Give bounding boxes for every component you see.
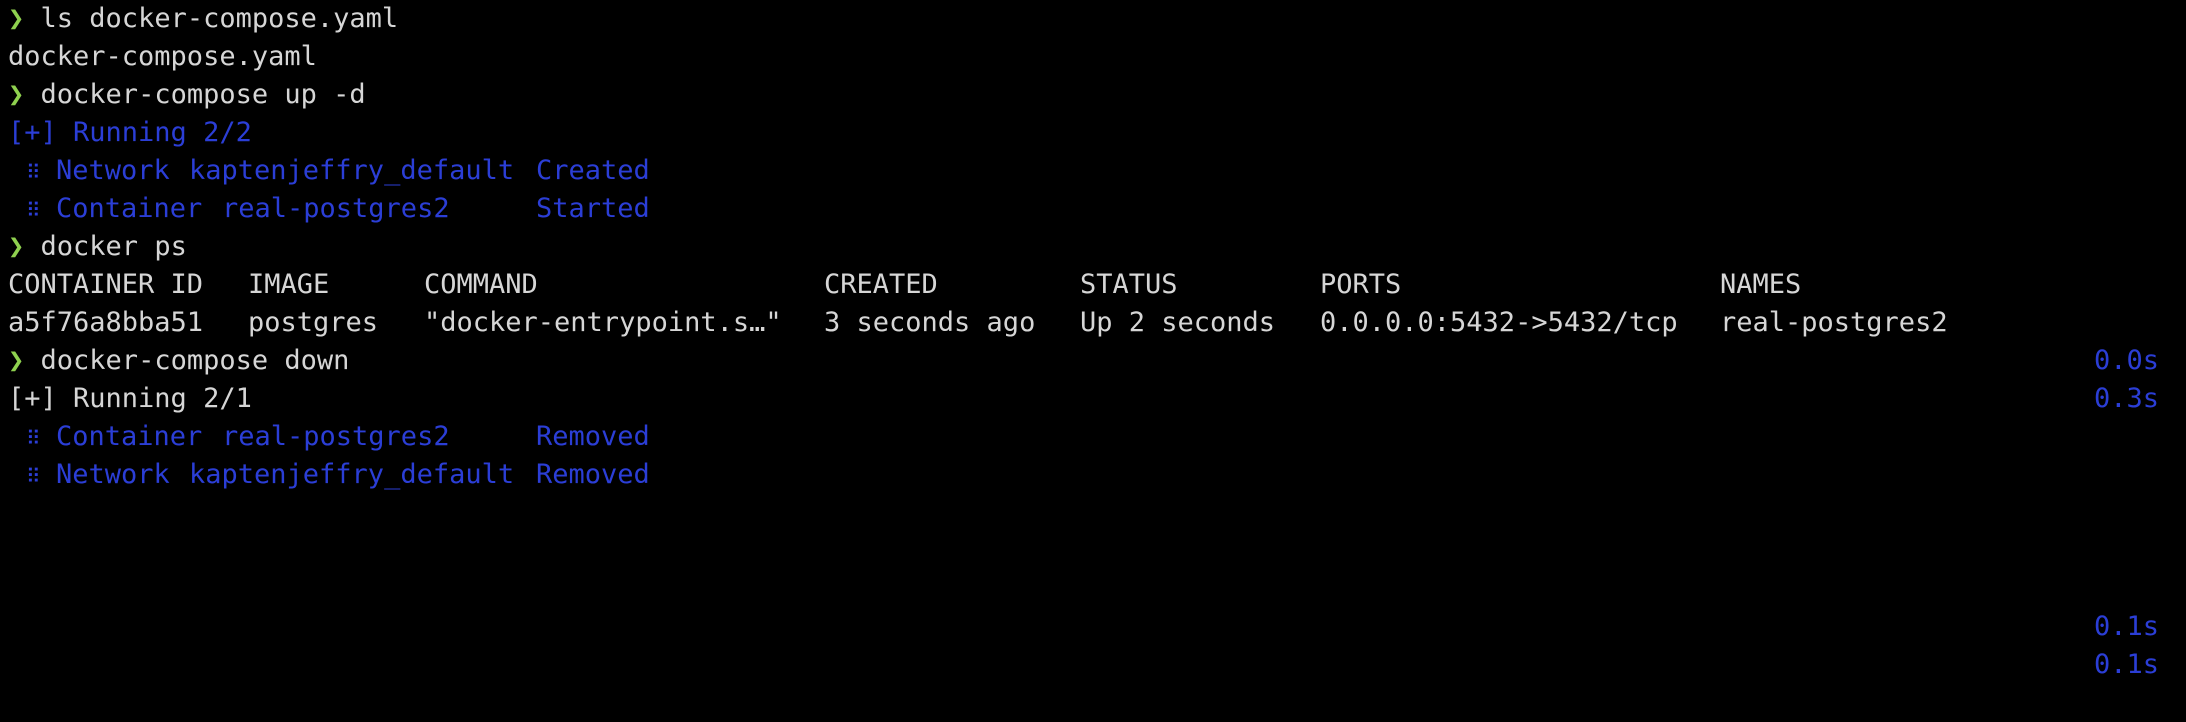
item-time: 0.3s bbox=[2093, 383, 2159, 414]
running-status: [+] Running 2/2 bbox=[8, 117, 252, 148]
item-kind: Container bbox=[56, 193, 203, 224]
item-kind: Network bbox=[56, 155, 170, 186]
chevron-right-icon: ❯ bbox=[8, 345, 25, 376]
command-line: ❯ docker ps bbox=[8, 228, 187, 266]
dots-icon: ⠿ bbox=[26, 464, 41, 488]
col-header: PORTS bbox=[1320, 269, 1402, 300]
item-name: real-postgres2 bbox=[222, 421, 450, 452]
command-line: ❯ ls docker-compose.yaml bbox=[8, 0, 398, 38]
chevron-right-icon: ❯ bbox=[8, 231, 25, 262]
running-status: [+] Running 2/1 bbox=[8, 383, 252, 414]
command-line: ❯ docker-compose down bbox=[8, 342, 349, 380]
item-name: kaptenjeffry_default bbox=[189, 459, 515, 490]
terminal-window[interactable]: ❯ ls docker-compose.yaml docker-compose.… bbox=[0, 0, 2186, 680]
command-line: ❯ docker-compose up -d bbox=[8, 76, 366, 114]
item-time: 0.1s bbox=[2093, 611, 2159, 642]
status: Up 2 seconds bbox=[1080, 307, 1276, 338]
created: 3 seconds ago bbox=[824, 307, 1036, 338]
command-text: docker ps bbox=[40, 231, 187, 262]
dots-icon: ⠿ bbox=[26, 426, 41, 450]
image: postgres bbox=[248, 307, 379, 338]
dots-icon: ⠿ bbox=[26, 160, 41, 184]
progress-item: ⠿ Network kaptenjeffry_default Created 0… bbox=[8, 152, 2178, 376]
command-text: ls docker-compose.yaml bbox=[40, 3, 399, 34]
progress-item: ⠿ Network kaptenjeffry_default Removed 0… bbox=[8, 456, 2178, 680]
col-header: IMAGE bbox=[248, 269, 330, 300]
progress-item: ⠿ Container real-postgres2 Removed 0.1s bbox=[8, 418, 2178, 642]
col-header: NAMES bbox=[1720, 269, 1802, 300]
item-state: Started bbox=[536, 193, 650, 224]
ports: 0.0.0.0:5432->5432/tcp bbox=[1320, 307, 1678, 338]
command-text: docker-compose up -d bbox=[40, 79, 366, 110]
col-header: CREATED bbox=[824, 269, 938, 300]
item-name: kaptenjeffry_default bbox=[189, 155, 515, 186]
command: "docker-entrypoint.s…" bbox=[424, 307, 782, 338]
item-kind: Container bbox=[56, 421, 203, 452]
item-name: real-postgres2 bbox=[222, 193, 450, 224]
chevron-right-icon: ❯ bbox=[8, 3, 25, 34]
progress-item: ⠿ Container real-postgres2 Started 0.3s bbox=[8, 190, 2178, 414]
names: real-postgres2 bbox=[1720, 307, 1948, 338]
item-state: Removed bbox=[536, 459, 650, 490]
col-header: COMMAND bbox=[424, 269, 538, 300]
chevron-right-icon: ❯ bbox=[8, 79, 25, 110]
ps-table-row: a5f76a8bba51 postgres "docker-entrypoint… bbox=[0, 304, 2170, 342]
dots-icon: ⠿ bbox=[26, 198, 41, 222]
col-header: CONTAINER ID bbox=[8, 269, 204, 300]
item-kind: Network bbox=[56, 459, 170, 490]
ps-header-row: CONTAINER ID IMAGE COMMAND CREATED STATU… bbox=[0, 266, 2170, 304]
item-state: Removed bbox=[536, 421, 650, 452]
container-id: a5f76a8bba51 bbox=[8, 307, 204, 338]
output-line: docker-compose.yaml bbox=[8, 41, 317, 72]
command-text: docker-compose down bbox=[40, 345, 350, 376]
col-header: STATUS bbox=[1080, 269, 1178, 300]
item-time: 0.1s bbox=[2093, 649, 2159, 680]
item-state: Created bbox=[536, 155, 650, 186]
item-time: 0.0s bbox=[2093, 345, 2159, 376]
